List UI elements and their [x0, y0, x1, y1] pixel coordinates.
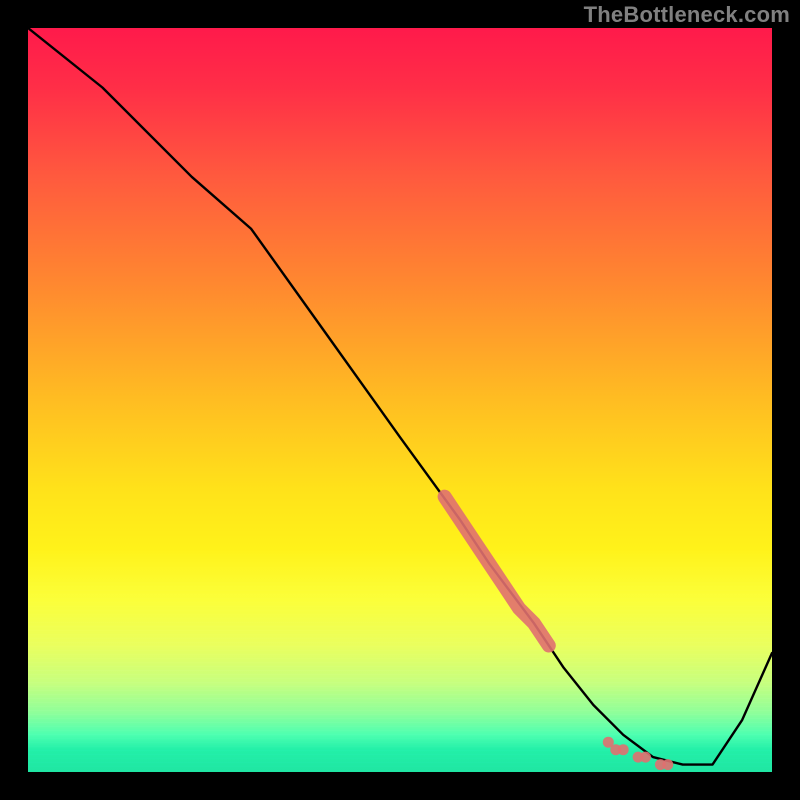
- chart-frame: TheBottleneck.com: [0, 0, 800, 800]
- bottleneck-curve-line: [28, 28, 772, 765]
- optimal-region-markers: [603, 737, 674, 770]
- watermark-text: TheBottleneck.com: [584, 2, 790, 28]
- optimal-region-dot: [640, 752, 651, 763]
- chart-overlay: [28, 28, 772, 772]
- critical-region-markers: [445, 497, 549, 646]
- optimal-region-dot: [618, 744, 629, 755]
- plot-area: [28, 28, 772, 772]
- optimal-region-dot: [662, 759, 673, 770]
